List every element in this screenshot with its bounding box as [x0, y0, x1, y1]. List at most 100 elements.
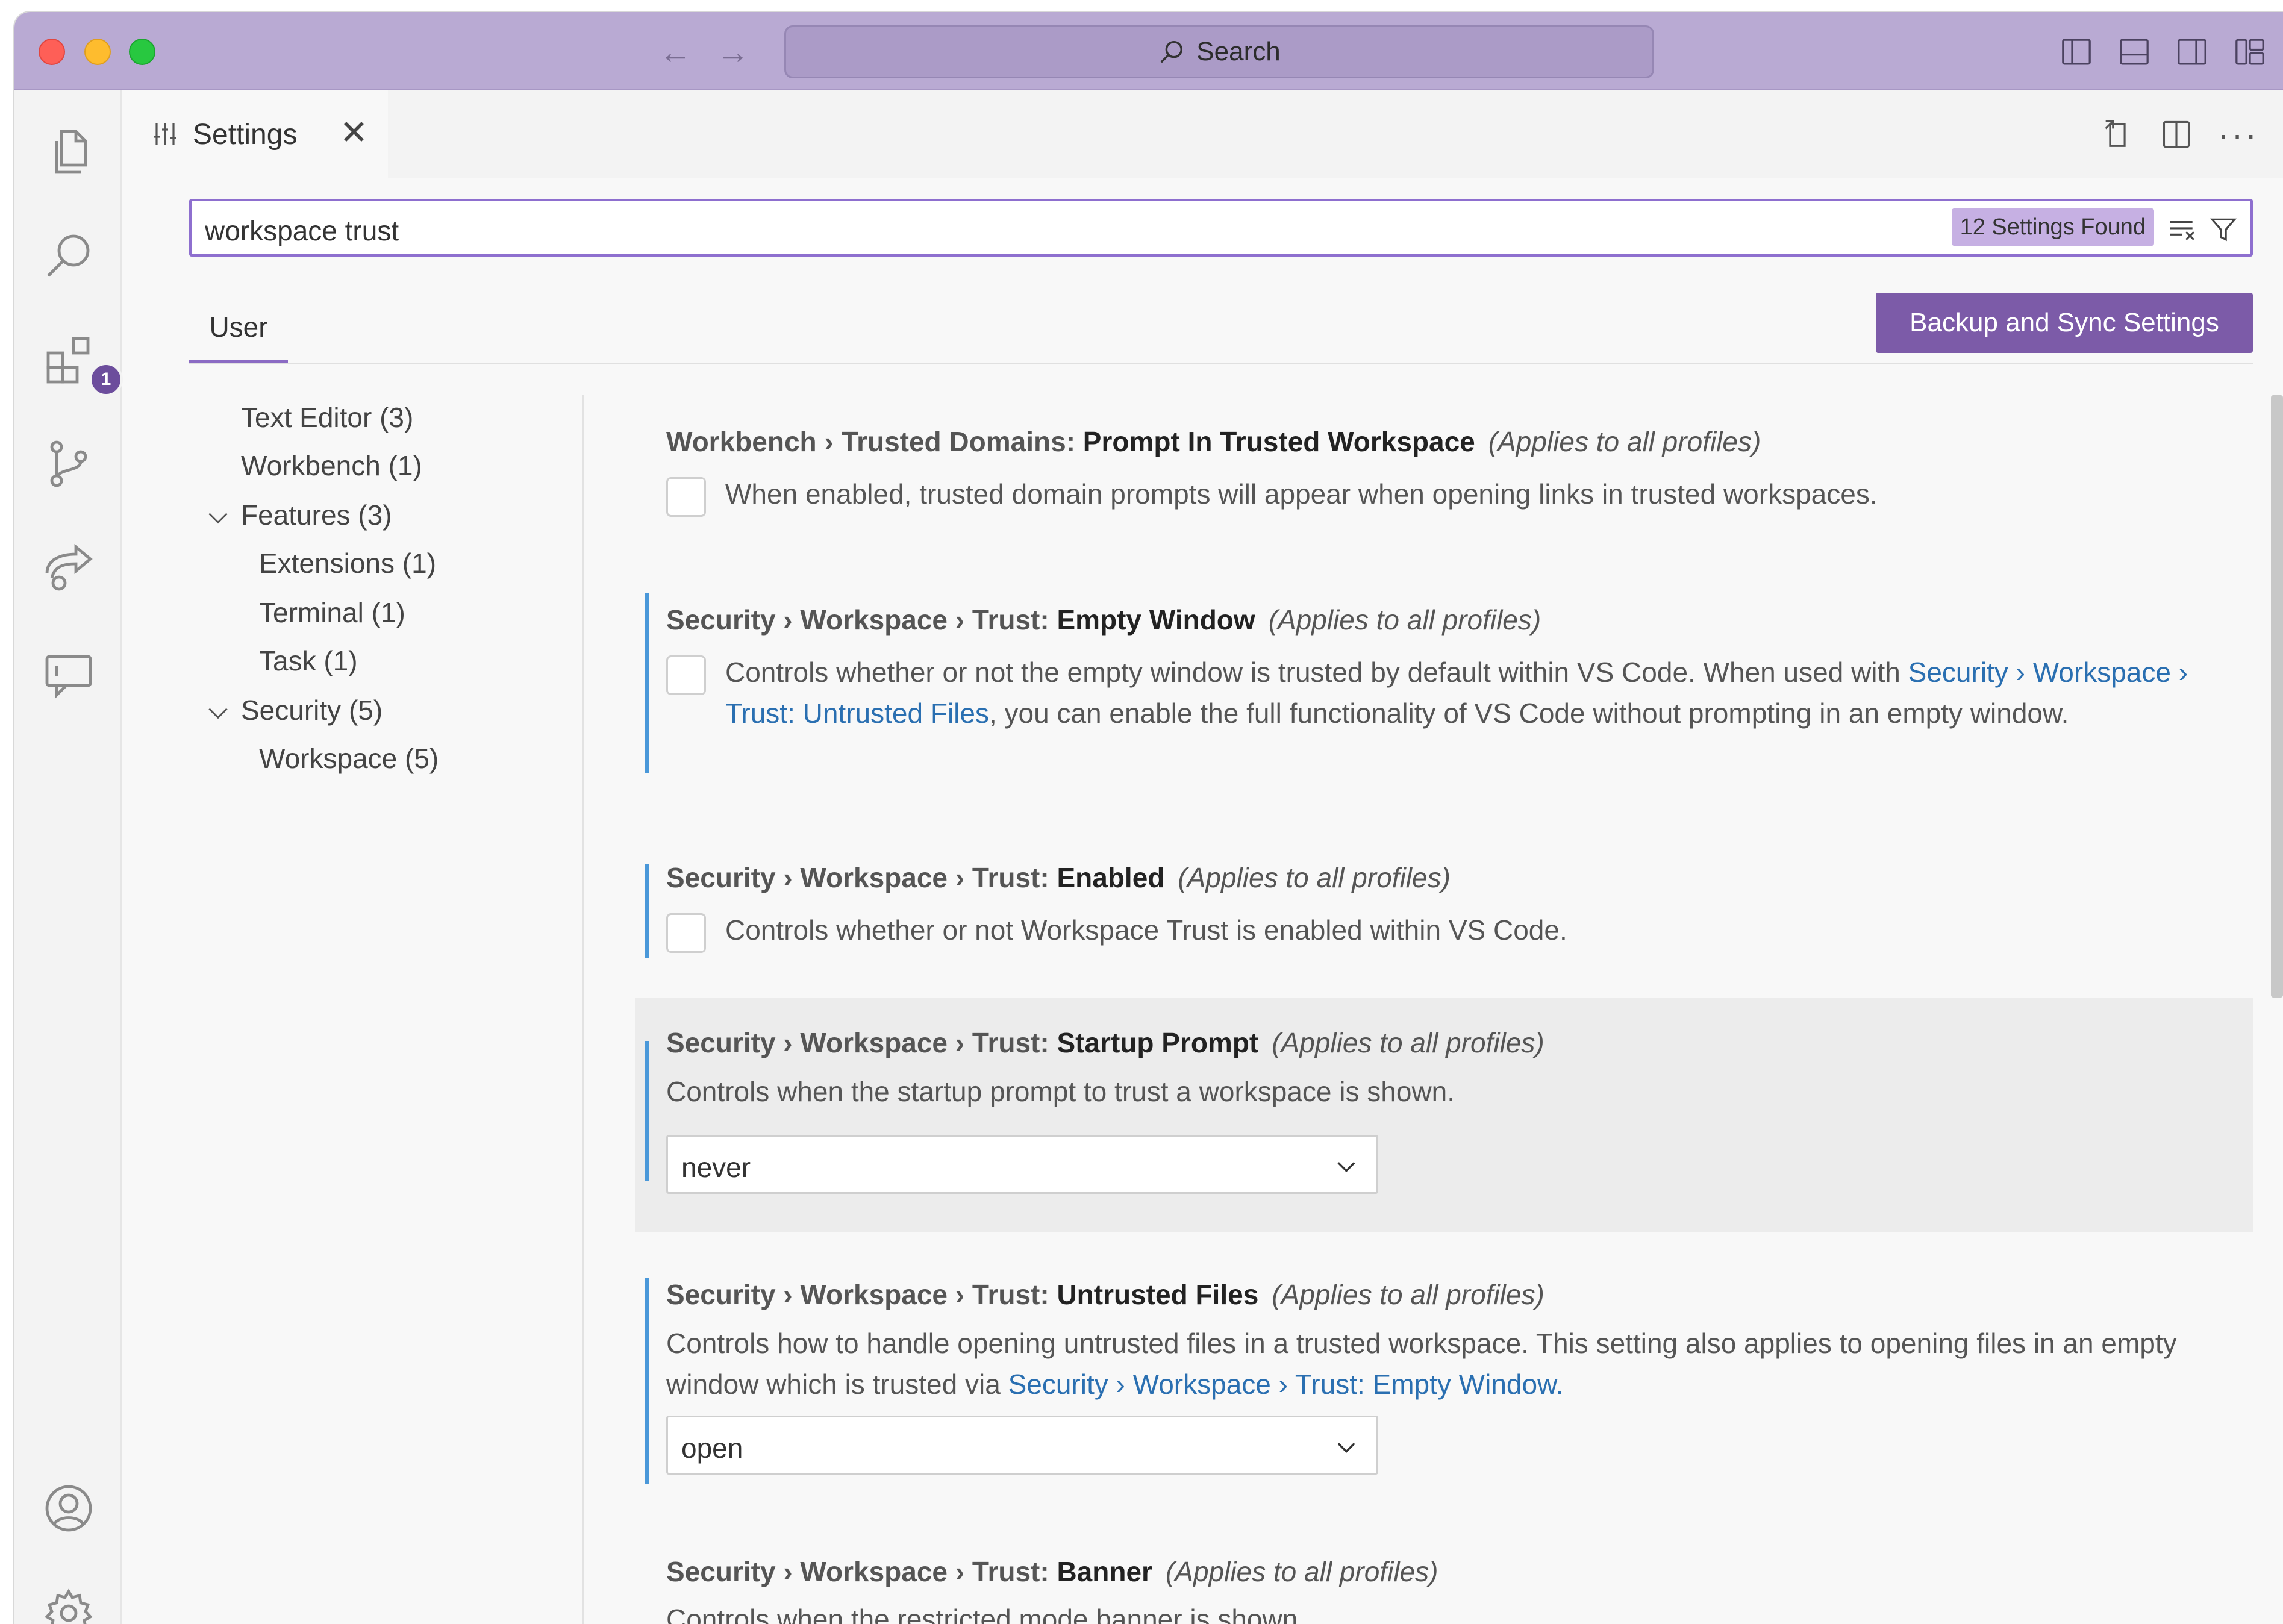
setting-scope-note: (Applies to all profiles) [1165, 1556, 1438, 1587]
editor-tabs-bar: Settings ✕ ··· [123, 90, 2283, 178]
dropdown-value: open [681, 1432, 743, 1464]
setting-scope-note: (Applies to all profiles) [1178, 862, 1451, 893]
zoom-window-button[interactable] [129, 39, 155, 65]
minimize-window-button[interactable] [84, 39, 111, 65]
setting-link[interactable]: Security › Workspace › Trust: Empty Wind… [1008, 1369, 1556, 1400]
title-bar: ← → Search [14, 12, 2283, 90]
command-center-label: Search [1196, 37, 1281, 66]
setting-description: Controls when the startup prompt to trus… [666, 1076, 1455, 1107]
search-view-icon[interactable] [40, 226, 98, 284]
customize-layout-icon[interactable] [2232, 35, 2267, 69]
setting-name: Untrusted Files [1057, 1279, 1259, 1310]
more-actions-icon[interactable]: ··· [2218, 117, 2259, 151]
setting-title: Workbench › Trusted Domains: Prompt In T… [666, 425, 1761, 458]
clear-filter-icon[interactable] [2166, 214, 2199, 245]
setting-category: Security › Workspace › Trust: [666, 862, 1057, 893]
setting-category: Security › Workspace › Trust: [666, 604, 1057, 636]
setting-scope-note: (Applies to all profiles) [1272, 1279, 1544, 1310]
setting-title: Security › Workspace › Trust: Enabled (Ap… [666, 861, 1451, 894]
setting-banner: Security › Workspace › Trust: Banner (App… [635, 1544, 2253, 1624]
close-tab-icon[interactable]: ✕ [340, 116, 368, 149]
description-text: Controls whether or not the empty window… [725, 657, 1908, 688]
toggle-panel-icon[interactable] [2117, 35, 2152, 69]
setting-scope-note: (Applies to all profiles) [1268, 604, 1541, 636]
go-back-button[interactable]: ← [659, 36, 692, 69]
description-text: , you can enable the full functionality … [988, 698, 2069, 729]
backup-sync-button[interactable]: Backup and Sync Settings [1876, 293, 2253, 353]
extensions-icon[interactable]: 1 [40, 331, 123, 396]
activity-bar: 1 [14, 90, 123, 1624]
explorer-icon[interactable] [40, 124, 98, 182]
setting-description: Controls when the restricted mode banner… [666, 1604, 1306, 1624]
setting-name: Startup Prompt [1057, 1027, 1259, 1058]
manage-gear-icon[interactable] [40, 1584, 98, 1624]
open-settings-json-icon[interactable] [2100, 117, 2135, 152]
toc-item-workspace[interactable]: Workspace (5) [259, 742, 439, 775]
toc-item-workbench[interactable]: Workbench (1) [241, 449, 422, 482]
scope-divider [189, 363, 2253, 364]
toc-item-text-editor[interactable]: Text Editor (3) [241, 401, 413, 434]
setting-empty-window: Security › Workspace › Trust: Empty Wind… [635, 588, 2253, 805]
tab-settings[interactable]: Settings ✕ [123, 90, 388, 178]
search-icon [1160, 40, 1183, 63]
toggle-secondary-sidebar-icon[interactable] [2175, 35, 2210, 69]
settings-search-value[interactable]: workspace trust [205, 214, 399, 247]
untrusted-files-dropdown[interactable]: open [666, 1416, 1378, 1475]
setting-scope-note: (Applies to all profiles) [1272, 1027, 1544, 1058]
chevron-down-icon[interactable] [205, 700, 231, 726]
setting-description: Controls how to handle opening untrusted… [666, 1323, 2232, 1405]
setting-title: Security › Workspace › Trust: Untrusted … [666, 1278, 1544, 1311]
setting-description: When enabled, trusted domain prompts wil… [725, 478, 1878, 510]
settings-sliders-icon [154, 123, 176, 145]
settings-count-badge: 12 Settings Found [1951, 208, 2154, 246]
setting-description: Controls whether or not the empty window… [725, 652, 2225, 734]
settings-search-input[interactable]: workspace trust 12 Settings Found [189, 199, 2253, 257]
toc-item-terminal[interactable]: Terminal (1) [259, 596, 405, 629]
tab-label: Settings [193, 118, 298, 151]
setting-name: Banner [1057, 1556, 1152, 1587]
remote-explorer-icon[interactable] [40, 540, 98, 598]
toc-item-features[interactable]: Features (3) [241, 499, 392, 531]
setting-category: Security › Workspace › Trust: [666, 1027, 1057, 1058]
chevron-down-icon[interactable] [205, 505, 231, 531]
setting-category: Security › Workspace › Trust: [666, 1279, 1057, 1310]
setting-checkbox[interactable] [666, 913, 706, 953]
extensions-badge: 1 [89, 363, 123, 396]
chat-icon[interactable] [40, 645, 98, 702]
setting-description: Controls whether or not Workspace Trust … [725, 914, 1567, 946]
toc-item-task[interactable]: Task (1) [259, 645, 358, 677]
source-control-icon[interactable] [40, 435, 98, 493]
startup-prompt-dropdown[interactable]: never [666, 1135, 1378, 1194]
command-center-search[interactable]: Search [784, 25, 1654, 78]
chevron-down-icon [1337, 1443, 1355, 1454]
account-icon[interactable] [40, 1479, 98, 1537]
description-text: . [1555, 1369, 1564, 1400]
setting-untrusted-files: Security › Workspace › Trust: Untrusted … [635, 1267, 2253, 1508]
filter-icon[interactable] [2207, 214, 2240, 245]
setting-checkbox[interactable] [666, 477, 706, 517]
toggle-primary-sidebar-icon[interactable] [2059, 35, 2094, 69]
setting-enabled: Security › Workspace › Trust: Enabled (Ap… [635, 846, 2253, 978]
setting-title: Security › Workspace › Trust: Empty Wind… [666, 604, 1541, 636]
setting-title: Security › Workspace › Trust: Startup Pr… [666, 1026, 1544, 1059]
setting-title: Security › Workspace › Trust: Banner (App… [666, 1555, 1438, 1588]
dropdown-value: never [681, 1152, 751, 1183]
close-window-button[interactable] [39, 39, 65, 65]
user-scope-tab[interactable]: User [189, 305, 288, 364]
toc-item-extensions[interactable]: Extensions (1) [259, 547, 436, 579]
vscode-window: ← → Search 1 Settings ✕ ··· workspace tr… [14, 12, 2283, 1624]
chevron-down-icon [1337, 1162, 1355, 1173]
setting-name: Empty Window [1057, 604, 1255, 636]
modified-indicator [645, 1041, 649, 1181]
setting-prompt-in-trusted-workspace: Workbench › Trusted Domains: Prompt In T… [635, 410, 2253, 542]
setting-checkbox[interactable] [666, 655, 706, 695]
vertical-scrollbar[interactable] [2271, 395, 2283, 998]
setting-name: Prompt In Trusted Workspace [1082, 426, 1475, 457]
toc-item-security[interactable]: Security (5) [241, 694, 383, 726]
go-forward-button[interactable]: → [717, 36, 749, 69]
setting-scope-note: (Applies to all profiles) [1488, 426, 1761, 457]
setting-category: Workbench › Trusted Domains: [666, 426, 1083, 457]
split-editor-icon[interactable] [2159, 117, 2194, 152]
setting-name: Enabled [1057, 862, 1165, 893]
toc-divider [582, 395, 584, 1624]
